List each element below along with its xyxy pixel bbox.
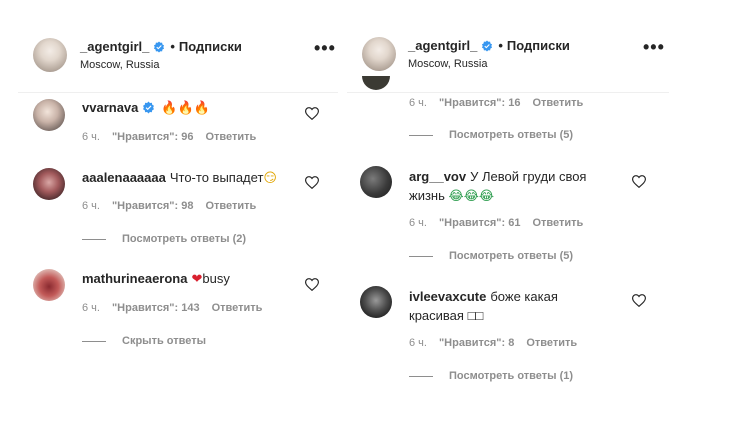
view-replies-label: Посмотреть ответы (5): [449, 250, 574, 262]
like-heart-icon[interactable]: [305, 107, 319, 120]
replies-divider-line: [82, 238, 106, 240]
avatar[interactable]: [362, 76, 390, 90]
post-comments-panel-right: _agentgirl_ • Подписки Moscow, Russia ••…: [347, 0, 669, 442]
comment-time: 6 ч.: [409, 337, 427, 349]
avatar[interactable]: [33, 269, 65, 301]
view-replies-label: Посмотреть ответы (2): [122, 233, 247, 245]
view-replies-button[interactable]: Посмотреть ответы (1): [409, 370, 573, 382]
comment-emoji: 😂😂😂: [448, 189, 495, 204]
post-header: _agentgirl_ • Подписки Moscow, Russia ••…: [347, 0, 669, 93]
comment-text: arg__vov У Левой груди своя жизнь 😂😂😂: [409, 167, 619, 206]
comment-meta: 6 ч. "Нравится": 96 Ответить: [82, 131, 268, 143]
header-name-line: _agentgirl_ • Подписки: [80, 39, 242, 54]
view-replies-button[interactable]: Посмотреть ответы (5): [409, 250, 573, 262]
separator-dot: •: [170, 39, 175, 54]
avatar[interactable]: [33, 99, 65, 131]
like-heart-icon[interactable]: [632, 294, 646, 307]
view-replies-label: Посмотреть ответы (1): [449, 370, 574, 382]
likes-count[interactable]: "Нравится": 98: [112, 200, 193, 212]
verified-icon: [142, 101, 155, 114]
comment-text: ivleevaxcute боже какая красивая □□: [409, 287, 609, 325]
replies-divider-line: [409, 375, 433, 377]
comment-body: Что-то выпадет: [169, 170, 264, 185]
likes-count[interactable]: "Нравится": 61: [439, 217, 520, 229]
comment-body: busy: [202, 271, 230, 286]
comment-meta: 6 ч. "Нравится": 8 Ответить: [409, 337, 589, 349]
view-replies-label: Посмотреть ответы (5): [449, 129, 574, 141]
post-header: _agentgirl_ • Подписки Moscow, Russia ••…: [18, 0, 338, 93]
avatar[interactable]: [360, 286, 392, 318]
likes-count[interactable]: "Нравится": 8: [439, 337, 514, 349]
comment-username[interactable]: vvarnava: [82, 100, 138, 115]
hide-replies-label: Скрыть ответы: [122, 335, 206, 347]
username-link[interactable]: _agentgirl_: [408, 38, 477, 53]
more-options-icon[interactable]: •••: [643, 38, 664, 57]
reply-button[interactable]: Ответить: [532, 217, 583, 229]
location-link[interactable]: Moscow, Russia: [408, 58, 487, 70]
reply-button[interactable]: Ответить: [526, 337, 577, 349]
post-comments-panel-left: _agentgirl_ • Подписки Moscow, Russia ••…: [18, 0, 338, 442]
header-name-line: _agentgirl_ • Подписки: [408, 38, 570, 53]
verified-icon: [153, 41, 165, 53]
avatar[interactable]: [33, 168, 65, 200]
comment-meta: 6 ч. "Нравится": 61 Ответить: [409, 217, 595, 229]
comment-time: 6 ч.: [82, 131, 100, 143]
likes-count[interactable]: "Нравится": 143: [112, 302, 200, 314]
location-link[interactable]: Moscow, Russia: [80, 59, 159, 71]
reply-button[interactable]: Ответить: [205, 200, 256, 212]
separator-dot: •: [498, 38, 503, 53]
username-link[interactable]: _agentgirl_: [80, 39, 149, 54]
follow-status-button[interactable]: Подписки: [179, 39, 242, 54]
comment-username[interactable]: aaalenaaaaaa: [82, 170, 166, 185]
replies-divider-line: [82, 340, 106, 342]
replies-divider-line: [409, 134, 433, 136]
like-heart-icon[interactable]: [305, 176, 319, 189]
comment-time: 6 ч.: [82, 200, 100, 212]
comment-meta: 6 ч. "Нравится": 143 Ответить: [82, 302, 274, 314]
comment-time: 6 ч.: [409, 97, 427, 109]
comment-username[interactable]: arg__vov: [409, 169, 466, 184]
comment-meta: 6 ч. "Нравится": 98 Ответить: [82, 200, 268, 212]
comment-text: aaalenaaaaaa Что-то выпадет😏: [82, 168, 302, 188]
comment-meta: 6 ч. "Нравится": 16 Ответить: [409, 97, 595, 109]
comment-emoji: 🔥🔥🔥: [161, 101, 210, 116]
reply-button[interactable]: Ответить: [212, 302, 263, 314]
avatar[interactable]: [362, 37, 396, 71]
comment-username[interactable]: mathurineaerona: [82, 271, 187, 286]
avatar[interactable]: [33, 38, 67, 72]
more-options-icon[interactable]: •••: [314, 39, 335, 58]
replies-divider-line: [409, 255, 433, 257]
comment-time: 6 ч.: [409, 217, 427, 229]
like-heart-icon[interactable]: [305, 278, 319, 291]
likes-count[interactable]: "Нравится": 16: [439, 97, 520, 109]
reply-button[interactable]: Ответить: [532, 97, 583, 109]
follow-status-button[interactable]: Подписки: [507, 38, 570, 53]
comment-emoji: □□: [467, 308, 484, 323]
likes-count[interactable]: "Нравится": 96: [112, 131, 193, 143]
comment-emoji: ❤: [191, 272, 203, 287]
comment-username[interactable]: ivleevaxcute: [409, 289, 486, 304]
avatar[interactable]: [360, 166, 392, 198]
comment-text: mathurineaerona ❤busy: [82, 269, 302, 289]
like-heart-icon[interactable]: [632, 175, 646, 188]
comment-text: vvarnava 🔥🔥🔥: [82, 98, 302, 118]
view-replies-button[interactable]: Посмотреть ответы (2): [82, 233, 246, 245]
comment-time: 6 ч.: [82, 302, 100, 314]
verified-icon: [481, 40, 493, 52]
hide-replies-button[interactable]: Скрыть ответы: [82, 335, 206, 347]
comment-emoji: 😏: [263, 171, 277, 186]
view-replies-button[interactable]: Посмотреть ответы (5): [409, 129, 573, 141]
reply-button[interactable]: Ответить: [205, 131, 256, 143]
